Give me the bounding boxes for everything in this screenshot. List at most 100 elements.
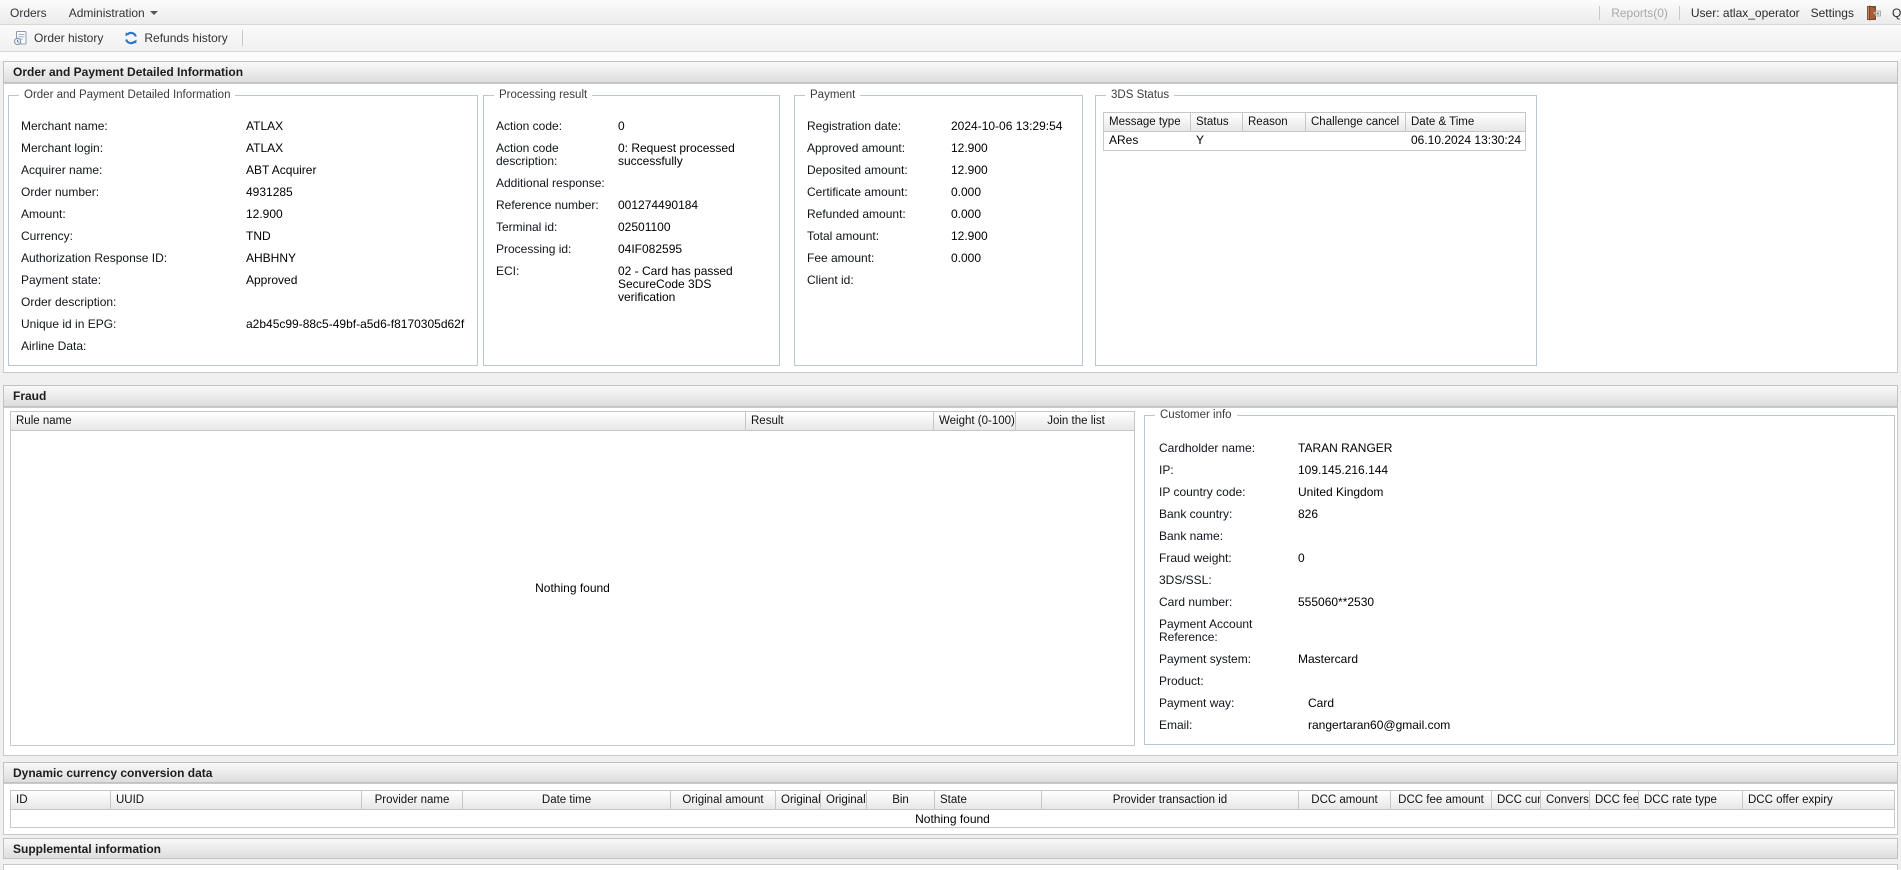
column-header[interactable]: Reason xyxy=(1243,113,1306,131)
field-label: Payment Account Reference: xyxy=(1159,618,1298,644)
field-value: 12.900 xyxy=(246,208,469,221)
field-label: Payment state: xyxy=(21,274,246,287)
field-value: a2b45c99-88c5-49bf-a5d6-f8170305d62f xyxy=(246,318,469,331)
field-label: Cardholder name: xyxy=(1159,442,1298,455)
menu-orders[interactable]: Orders xyxy=(10,6,47,20)
field-label: Payment system: xyxy=(1159,653,1298,666)
column-header[interactable]: Original c xyxy=(821,791,867,809)
column-header[interactable]: Original f xyxy=(776,791,821,809)
table-cell xyxy=(1306,132,1406,150)
section-header-order-info: Order and Payment Detailed Information xyxy=(3,61,1898,83)
column-header[interactable]: Date & Time xyxy=(1406,113,1527,131)
section-title: Order and Payment Detailed Information xyxy=(13,65,243,79)
menubar-left: Orders Administration xyxy=(10,0,158,25)
column-header[interactable]: Weight (0-100) xyxy=(934,412,1016,430)
column-header[interactable]: DCC rate type xyxy=(1639,791,1743,809)
field-label: Fee amount: xyxy=(807,252,951,265)
column-header[interactable]: Original amount xyxy=(671,791,776,809)
column-header[interactable]: Conversi xyxy=(1541,791,1590,809)
toolbar-divider xyxy=(242,30,243,46)
section-header-fraud: Fraud xyxy=(3,385,1898,407)
column-header[interactable]: DCC offer expiry xyxy=(1743,791,1896,809)
column-header[interactable]: UUID xyxy=(111,791,362,809)
field-row: Order number: 4931285 xyxy=(21,186,469,199)
field-rows: Registration date: 2024-10-06 13:29:54 A… xyxy=(795,96,1082,365)
exit-door-icon[interactable] xyxy=(1865,5,1881,21)
order-history-button[interactable]: Order history xyxy=(7,28,109,48)
field-row: Bank country: 826 xyxy=(1159,508,1886,521)
fieldset-legend: 3DS Status xyxy=(1106,88,1174,102)
field-value xyxy=(1298,618,1886,644)
field-row: Payment way: Card xyxy=(1159,697,1886,710)
field-value: ATLAX xyxy=(246,120,469,133)
section-title: Dynamic currency conversion data xyxy=(13,766,212,780)
field-label: Merchant name: xyxy=(21,120,246,133)
column-header[interactable]: Bin xyxy=(867,791,935,809)
dcc-table-header: IDUUIDProvider nameDate timeOriginal amo… xyxy=(10,790,1895,810)
field-label: Action code description: xyxy=(496,142,618,168)
field-label: Card number: xyxy=(1159,596,1298,609)
field-label: Deposited amount: xyxy=(807,164,951,177)
menu-quit[interactable]: Quit xyxy=(1892,6,1901,20)
field-label: Acquirer name: xyxy=(21,164,246,177)
menu-administration[interactable]: Administration xyxy=(69,6,158,20)
field-rows: Cardholder name: TARAN RANGER IP: 109.14… xyxy=(1145,416,1894,744)
field-row: Airline Data: xyxy=(21,340,469,353)
column-header[interactable]: Provider transaction id xyxy=(1042,791,1299,809)
empty-message: Nothing found xyxy=(535,581,610,595)
table-cell: Y xyxy=(1191,132,1243,150)
threeds-table-header: Message typeStatusReasonChallenge cancel… xyxy=(1103,112,1526,132)
field-label: Unique id in EPG: xyxy=(21,318,246,331)
column-header[interactable]: Date time xyxy=(463,791,671,809)
column-header[interactable]: Provider name xyxy=(362,791,463,809)
field-row: Cardholder name: TARAN RANGER xyxy=(1159,442,1886,455)
order-history-icon xyxy=(13,30,29,46)
field-row: Email: rangertaran60@gmail.com xyxy=(1159,719,1886,732)
field-label: Fraud weight: xyxy=(1159,552,1298,565)
field-label: Client id: xyxy=(807,274,951,287)
column-header[interactable]: Status xyxy=(1191,113,1243,131)
column-header[interactable]: State xyxy=(935,791,1042,809)
menu-administration-label: Administration xyxy=(69,6,145,20)
refunds-history-button[interactable]: Refunds history xyxy=(117,28,233,48)
section-title: Supplemental information xyxy=(13,842,161,856)
field-row: Processing id: 04IF082595 xyxy=(496,243,771,256)
field-label: Product: xyxy=(1159,675,1298,688)
field-label: Bank country: xyxy=(1159,508,1298,521)
table-cell: ARes xyxy=(1104,132,1191,150)
field-value: 02 - Card has passed SecureCode 3DS veri… xyxy=(618,265,771,304)
field-value: TARAN RANGER xyxy=(1298,442,1886,455)
field-row: Payment state: Approved xyxy=(21,274,469,287)
field-row: Approved amount: 12.900 xyxy=(807,142,1074,155)
field-value: 0 xyxy=(1298,552,1886,565)
field-row: Acquirer name: ABT Acquirer xyxy=(21,164,469,177)
field-label: Amount: xyxy=(21,208,246,221)
field-row: Payment Account Reference: xyxy=(1159,618,1886,644)
field-label: Payment way: xyxy=(1159,697,1298,710)
column-header[interactable]: Message type xyxy=(1104,113,1191,131)
column-header[interactable]: Challenge cancel xyxy=(1306,113,1406,131)
field-label: Authorization Response ID: xyxy=(21,252,246,265)
field-value: 555060**2530 xyxy=(1298,596,1886,609)
field-label: Email: xyxy=(1159,719,1298,732)
table-cell: 06.10.2024 13:30:24 xyxy=(1406,132,1527,150)
field-value: 12.900 xyxy=(951,142,1074,155)
field-value: 12.900 xyxy=(951,230,1074,243)
menubar-divider xyxy=(1599,6,1600,20)
field-value xyxy=(618,177,771,190)
column-header[interactable]: DCC curr xyxy=(1492,791,1541,809)
column-header[interactable]: DCC amount xyxy=(1299,791,1391,809)
section-title: Fraud xyxy=(13,389,46,403)
column-header[interactable]: DCC fee xyxy=(1590,791,1639,809)
field-row: Product: xyxy=(1159,675,1886,688)
column-header[interactable]: DCC fee amount xyxy=(1391,791,1492,809)
menu-reports[interactable]: Reports(0) xyxy=(1611,6,1668,20)
column-header[interactable]: Result xyxy=(746,412,934,430)
column-header[interactable]: Rule name xyxy=(11,412,746,430)
field-label: Registration date: xyxy=(807,120,951,133)
menu-settings[interactable]: Settings xyxy=(1811,6,1854,20)
field-row: Bank name: xyxy=(1159,530,1886,543)
field-row: Total amount: 12.900 xyxy=(807,230,1074,243)
column-header[interactable]: Join the list xyxy=(1016,412,1136,430)
column-header[interactable]: ID xyxy=(11,791,111,809)
